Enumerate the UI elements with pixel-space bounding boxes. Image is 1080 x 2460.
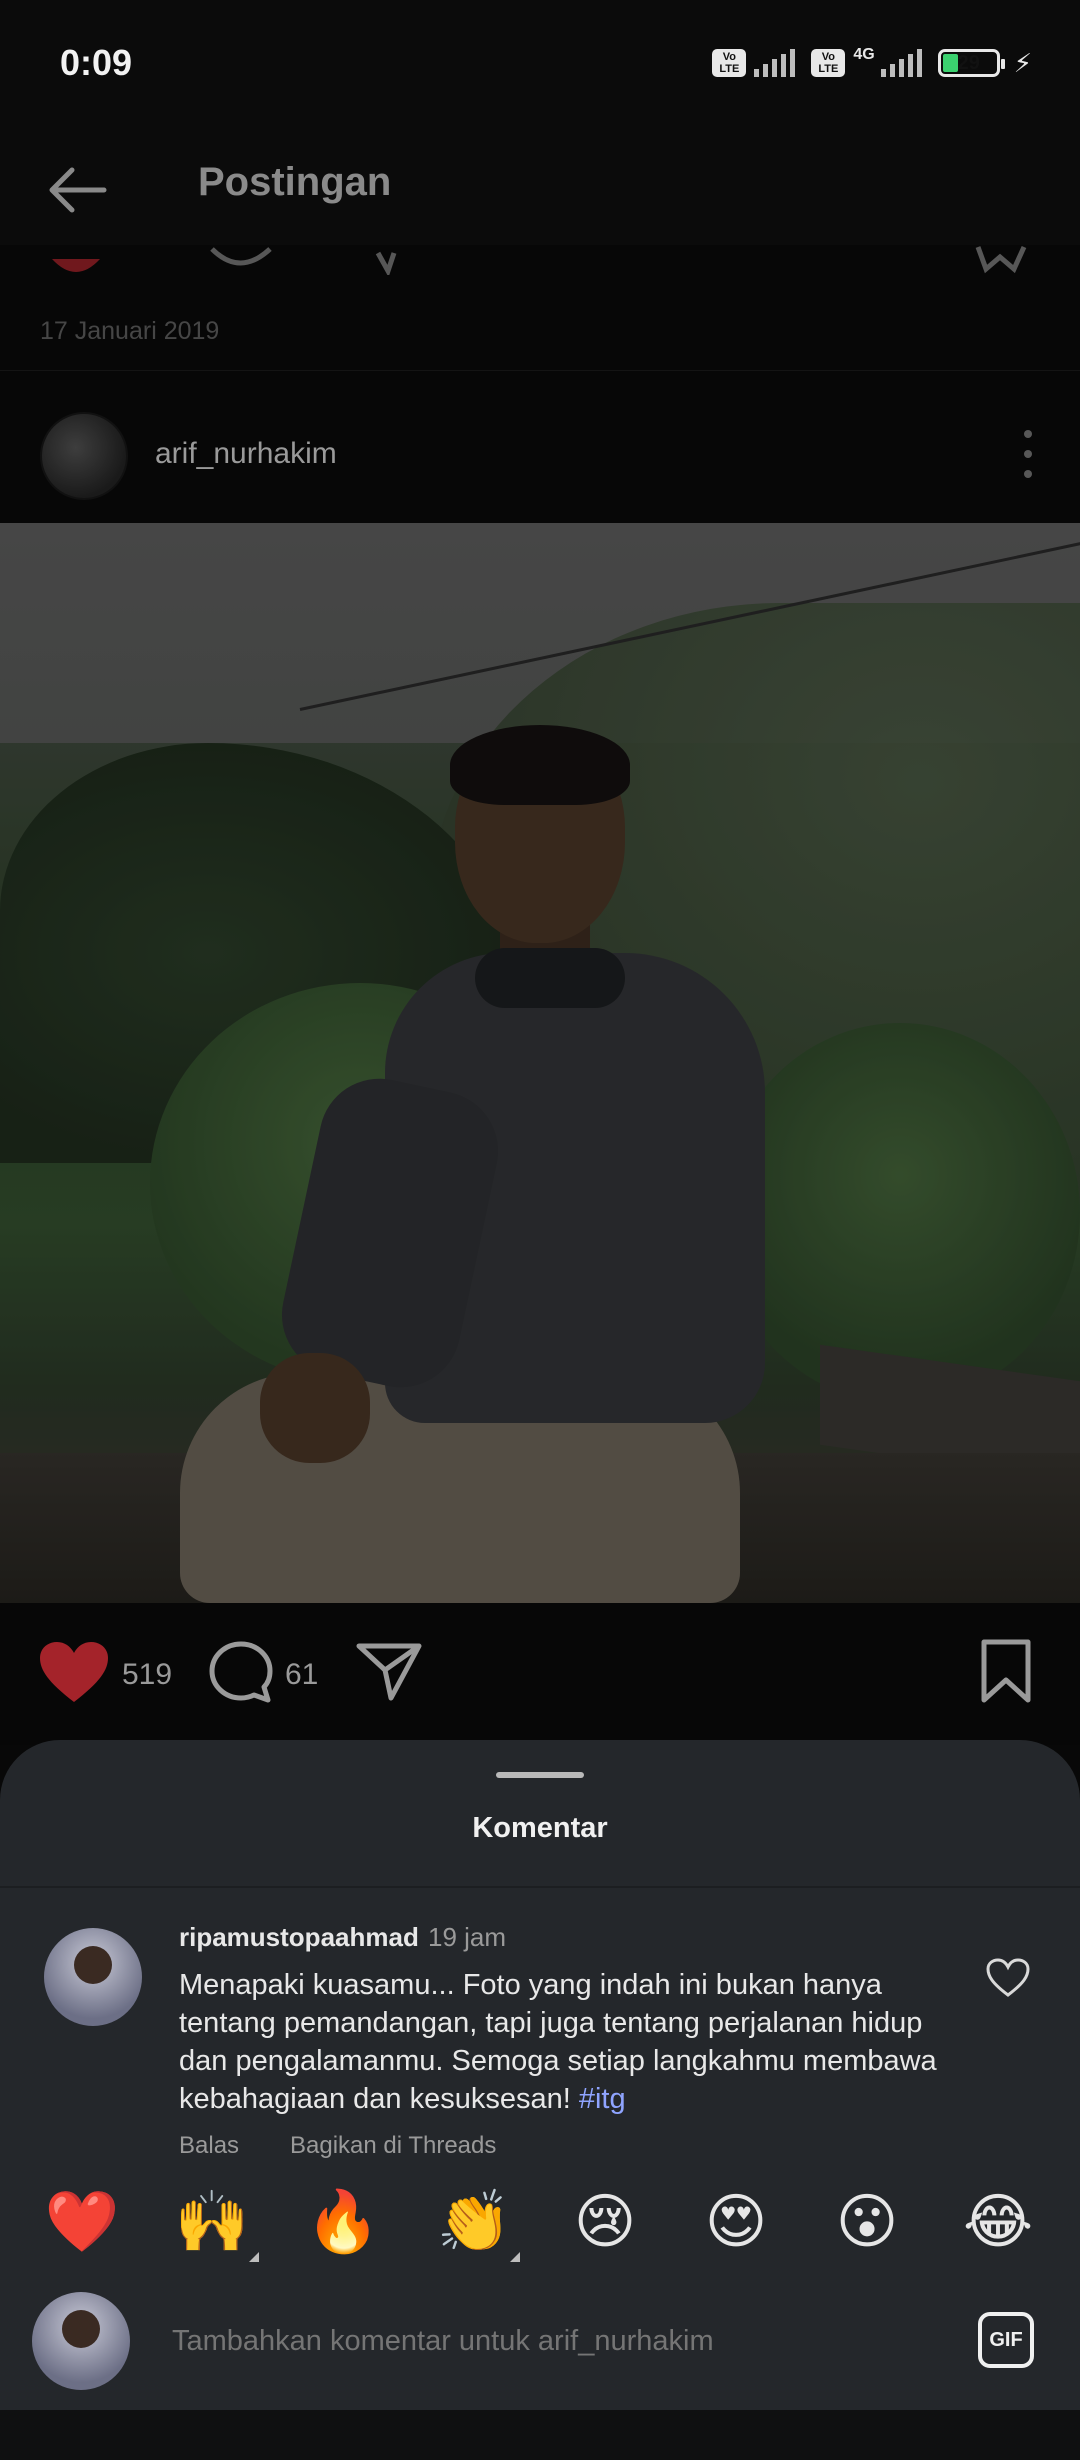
post-actions: 519 61: [0, 1630, 1080, 1720]
like-count[interactable]: 519: [122, 1658, 172, 1692]
more-options-icon[interactable]: [1020, 430, 1036, 478]
emoji-raised-hands[interactable]: 🙌: [172, 2190, 252, 2254]
status-time: 0:09: [60, 42, 133, 83]
battery-level: 29: [957, 52, 980, 74]
comment-body: Menapaki kuasamu... Foto yang indah ini …: [179, 1969, 937, 2115]
page-title: Postingan: [198, 160, 392, 204]
previous-post-icons: [52, 245, 1027, 275]
share-to-threads-button[interactable]: Bagikan di Threads: [290, 2132, 496, 2160]
status-icons: Vo LTE Vo LTE 4G 29 ⚡: [712, 46, 1032, 80]
emoji-crying[interactable]: 😢: [565, 2190, 645, 2254]
comment-item: ripamustopaahmad 19 jam Menapaki kuasamu…: [0, 1888, 1080, 2160]
reply-button[interactable]: Balas: [179, 2132, 239, 2160]
comment-text: Menapaki kuasamu... Foto yang indah ini …: [179, 1966, 939, 2118]
signal-icon: [754, 49, 796, 77]
comment-input[interactable]: [172, 2325, 912, 2358]
signal-icon-2: [880, 49, 922, 77]
post-author-username[interactable]: arif_nurhakim: [155, 437, 337, 471]
share-icon[interactable]: [355, 1640, 423, 1702]
current-user-avatar: [32, 2292, 130, 2390]
comments-sheet: Komentar ripamustopaahmad 19 jam Menapak…: [0, 1740, 1080, 2460]
charging-icon: ⚡: [1013, 47, 1032, 78]
network-type: 4G: [853, 46, 875, 63]
comment-count[interactable]: 61: [285, 1658, 318, 1692]
comment-icon[interactable]: [208, 1640, 274, 1706]
previous-post-date: 17 Januari 2019: [40, 317, 220, 345]
comment-composer: GIF: [0, 2270, 1080, 2410]
sheet-drag-handle[interactable]: [496, 1772, 584, 1778]
emoji-surprised[interactable]: 😮: [827, 2190, 907, 2254]
divider: [0, 370, 1080, 371]
comment-hashtag[interactable]: #itg: [579, 2083, 626, 2115]
volte-icon: Vo LTE: [712, 49, 747, 77]
post-feed: 17 Januari 2019 arif_nurhakim 519 61: [0, 245, 1080, 1745]
bookmark-icon[interactable]: [978, 1638, 1034, 1704]
battery-icon: 29: [937, 49, 1005, 77]
nav-bar-area: [0, 2410, 1080, 2460]
emoji-laughing[interactable]: 😂: [958, 2190, 1038, 2254]
post-author-avatar[interactable]: [40, 412, 128, 500]
emoji-heart-eyes[interactable]: 😍: [696, 2190, 776, 2254]
commenter-username[interactable]: ripamustopaahmad: [179, 1922, 419, 1953]
commenter-avatar[interactable]: [44, 1928, 142, 2026]
skin-tone-indicator-icon-2: [510, 2252, 520, 2262]
status-bar: 0:09 Vo LTE Vo LTE 4G 29 ⚡: [0, 0, 1080, 130]
back-arrow-icon[interactable]: [42, 160, 112, 220]
app-header: Postingan: [0, 130, 1080, 245]
volte-icon-2: Vo LTE: [811, 49, 846, 77]
comment-like-heart-icon[interactable]: [986, 1958, 1030, 1998]
previous-post-actions: [0, 245, 1080, 275]
emoji-fire[interactable]: 🔥: [303, 2190, 383, 2254]
post-photo[interactable]: [0, 523, 1080, 1603]
quick-emoji-bar: ❤️ 🙌 🔥 👏 😢 😍 😮 😂: [0, 2160, 1080, 2270]
sheet-title: Komentar: [472, 1812, 608, 1844]
skin-tone-indicator-icon: [249, 2252, 259, 2262]
comment-time: 19 jam: [428, 1922, 507, 1952]
emoji-clapping[interactable]: 👏: [434, 2190, 514, 2254]
dim-overlay: [0, 523, 1080, 1603]
gif-button[interactable]: GIF: [978, 2312, 1034, 2368]
emoji-heart[interactable]: ❤️: [42, 2190, 122, 2254]
like-heart-icon[interactable]: [38, 1640, 110, 1706]
